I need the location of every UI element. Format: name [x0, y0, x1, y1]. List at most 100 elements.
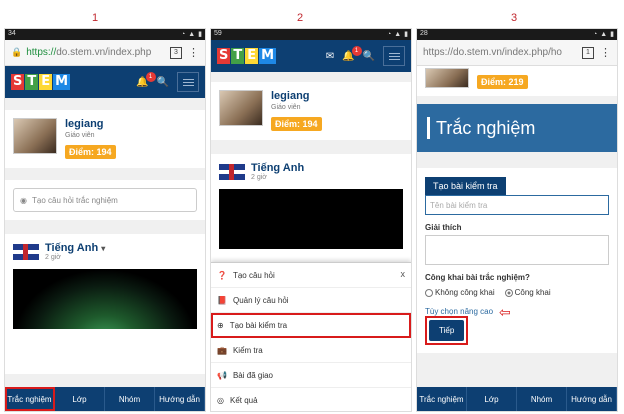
menu-item-label: Tạo bài kiểm tra	[229, 320, 288, 330]
hamburger-menu-button[interactable]	[383, 46, 405, 66]
notification-bell-icon[interactable]: 🔔 1	[136, 71, 156, 88]
public-label: Công khai bài trắc nghiệm?	[425, 273, 530, 282]
bottom-nav: Trắc nghiệm Lớp Nhóm Hướng dẫn	[417, 387, 617, 411]
post-time: 2 giờ	[251, 174, 267, 181]
nav-nhom[interactable]: Nhóm	[517, 387, 567, 411]
logo-letter: E	[39, 74, 53, 90]
profile-name[interactable]: legiang	[271, 90, 322, 102]
notification-badge: 1	[351, 45, 362, 56]
menu-item-label: Quản lý câu hỏi	[232, 295, 289, 305]
logo-letter: M	[259, 48, 277, 64]
nav-huong-dan[interactable]: Hướng dẫn	[567, 387, 617, 411]
nav-trac-nghiem[interactable]: Trắc nghiệm	[417, 387, 467, 411]
menu-item-create-question[interactable]: ❓ Tạo câu hỏi	[211, 263, 411, 288]
menu-item-create-test[interactable]: ⊕ Tạo bài kiểm tra	[211, 313, 411, 338]
status-time: 28	[420, 30, 428, 37]
browser-menu-icon[interactable]: ⋮	[188, 46, 199, 59]
close-menu-button[interactable]: x	[401, 269, 406, 279]
notification-bell-icon[interactable]: 🔔 1	[342, 45, 362, 62]
avatar	[425, 68, 469, 88]
tab-count-button[interactable]: 1	[582, 46, 594, 59]
post-image	[13, 269, 197, 329]
points-label: Điểm:	[481, 77, 507, 87]
url-text[interactable]: https://do.stem.vn/index.php	[26, 47, 164, 58]
browser-menu-icon[interactable]: ⋮	[600, 46, 611, 59]
post-image	[219, 189, 403, 249]
step-number-2: 2	[297, 12, 304, 24]
tab-count-button[interactable]: 3	[170, 46, 182, 59]
menu-item-assigned[interactable]: 📢 Bài đã giao	[211, 363, 411, 388]
profile-role: Giáo viên	[271, 104, 301, 111]
avatar	[219, 90, 263, 126]
next-button[interactable]: Tiếp	[429, 320, 465, 341]
advanced-options-link[interactable]: Tùy chọn nâng cao ⇦	[425, 303, 609, 320]
profile-card-partial: Điểm: 219	[417, 66, 617, 96]
search-icon[interactable]: 🔍	[363, 51, 375, 62]
browser-url-bar[interactable]: 🔒 https://do.stem.vn/index.php 3 ⋮	[5, 40, 205, 66]
profile-role: Giáo viên	[65, 132, 95, 139]
menu-item-results[interactable]: ◎ Kết quả	[211, 388, 411, 411]
points-label: Điểm:	[69, 147, 95, 157]
stem-logo[interactable]: STEM	[217, 48, 277, 64]
page-title: Trắc nghiệm	[436, 117, 536, 138]
bottom-nav: Trắc nghiệm Lớp Nhóm Hướng dẫn	[5, 387, 205, 411]
logo-letter: M	[53, 74, 71, 90]
next-button-highlight: Tiếp	[425, 316, 469, 345]
user-avatar-icon: ◉	[20, 195, 27, 205]
status-bar: 34 ◔ ▲ ▮	[5, 29, 205, 40]
advanced-options-label: Tùy chọn nâng cao	[425, 307, 494, 316]
create-question-input[interactable]: ◉ Tạo câu hỏi trắc nghiệm	[13, 188, 197, 212]
create-question-placeholder: Tạo câu hỏi trắc nghiệm	[31, 195, 118, 205]
menu-item-manage-questions[interactable]: 📕 Quản lý câu hỏi	[211, 288, 411, 313]
status-icons: ◔ ▲ ▮	[386, 31, 408, 38]
post-card: Tiếng Anh ▾ 2 giờ	[5, 234, 205, 374]
post-title[interactable]: Tiếng Anh ▾	[45, 242, 105, 254]
menu-item-label: Tạo câu hỏi	[232, 270, 275, 280]
mail-icon[interactable]: ✉	[326, 51, 334, 62]
status-bar: 59 ◔ ▲ ▮	[211, 29, 411, 40]
explain-textarea[interactable]	[425, 235, 609, 265]
search-icon[interactable]: 🔍	[157, 77, 169, 88]
radio-private[interactable]: Không công khai	[425, 288, 495, 297]
target-icon: ◎	[217, 395, 224, 405]
url-text[interactable]: https://do.stem.vn/index.php/ho	[423, 47, 576, 58]
profile-name[interactable]: legiang	[65, 118, 116, 130]
test-name-input[interactable]: Tên bài kiểm tra	[425, 195, 609, 215]
hamburger-menu-button[interactable]	[177, 72, 199, 92]
points-label: Điểm:	[275, 119, 301, 129]
lock-icon: 🔒	[11, 47, 23, 57]
url-scheme: https://	[26, 47, 57, 58]
points-value: 219	[508, 77, 524, 87]
logo-letter: T	[231, 48, 245, 64]
nav-huong-dan[interactable]: Hướng dẫn	[155, 387, 205, 411]
notification-badge: 1	[145, 71, 156, 82]
points-badge: Điểm: 219	[477, 75, 528, 89]
tutorial-screenshot: 1 2 3 34 ◔ ▲ ▮ 🔒 https://do.stem.vn/index.…	[0, 0, 624, 414]
quiz-popup-menu: x ❓ Tạo câu hỏi 📕 Quản lý câu hỏi ⊕ Tạo bài…	[211, 262, 411, 411]
url-path: https://do.stem.vn/index.php/ho	[423, 47, 562, 58]
create-test-form: Tạo bài kiểm tra Tên bài kiểm tra Giải t…	[417, 168, 617, 353]
post-title[interactable]: Tiếng Anh	[251, 162, 304, 174]
app-header: STEM 🔔 1 🔍	[5, 66, 205, 98]
radio-public[interactable]: Công khai	[504, 288, 551, 297]
points-badge: Điểm: 194	[65, 145, 116, 159]
nav-lop[interactable]: Lớp	[467, 387, 517, 411]
phone-screen-1: 34 ◔ ▲ ▮ 🔒 https://do.stem.vn/index.php 3 …	[4, 28, 206, 412]
browser-url-bar[interactable]: https://do.stem.vn/index.php/ho 1 ⋮	[417, 40, 617, 66]
pointer-arrow-icon: ⇦	[499, 303, 511, 320]
quiz-header: Trắc nghiệm	[417, 104, 617, 152]
nav-lop[interactable]: Lớp	[55, 387, 105, 411]
nav-trac-nghiem[interactable]: Trắc nghiệm	[5, 387, 55, 411]
points-value: 194	[302, 119, 318, 129]
stem-logo[interactable]: STEM	[11, 74, 71, 90]
status-time: 59	[214, 30, 222, 37]
nav-nhom[interactable]: Nhóm	[105, 387, 155, 411]
tab-create-test[interactable]: Tạo bài kiểm tra	[425, 177, 506, 195]
points-badge: Điểm: 194	[271, 117, 322, 131]
status-icons: ◔ ▲ ▮	[180, 31, 202, 38]
uk-flag-icon	[13, 243, 39, 260]
phone-screen-3: 28 ◔ ▲ ▮ https://do.stem.vn/index.php/ho 1…	[416, 28, 618, 412]
question-icon: ❓	[217, 270, 227, 280]
menu-item-test[interactable]: 💼 Kiểm tra	[211, 338, 411, 363]
app-header: STEM ✉ 🔔 1 🔍	[211, 40, 411, 72]
